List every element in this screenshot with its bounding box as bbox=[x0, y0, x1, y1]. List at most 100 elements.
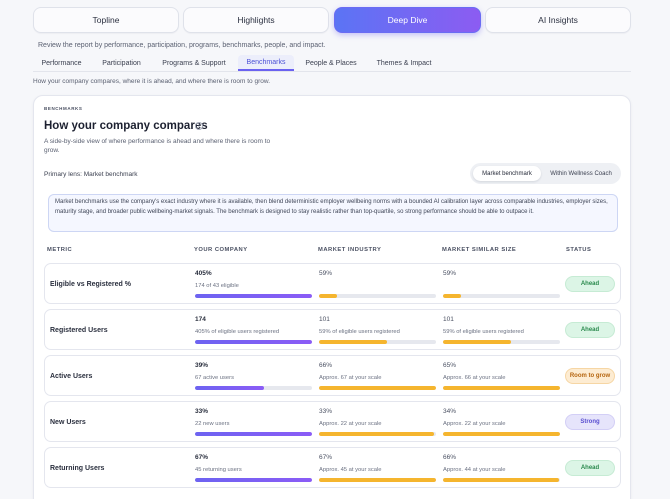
tab-highlights[interactable]: Highlights bbox=[183, 7, 329, 33]
subtab-benchmarks[interactable]: Benchmarks bbox=[238, 55, 294, 71]
card-eyebrow: BENCHMARKS bbox=[44, 106, 83, 111]
benchmark-methodology-note: Market benchmarks use the company's exac… bbox=[48, 194, 618, 232]
industry-detail: Approx. 45 at your scale bbox=[319, 467, 382, 473]
company-progress-bar bbox=[195, 386, 312, 390]
subtab-performance[interactable]: Performance bbox=[33, 55, 90, 71]
industry-value: 101 bbox=[319, 316, 330, 323]
company-progress-fill bbox=[195, 386, 265, 390]
similar-progress-bar bbox=[443, 294, 560, 298]
status-badge: Ahead bbox=[565, 460, 615, 476]
column-header-metric: METRIC bbox=[47, 247, 73, 253]
similar-progress-fill bbox=[443, 294, 461, 298]
tab-deep-dive[interactable]: Deep Dive bbox=[334, 7, 481, 33]
industry-detail: Approx. 67 at your scale bbox=[319, 375, 382, 381]
company-progress-fill bbox=[195, 294, 312, 298]
report-view-tabs: Topline Highlights Deep Dive AI Insights bbox=[33, 7, 631, 34]
industry-value: 33% bbox=[319, 408, 333, 415]
card-subtitle: A side-by-side view of where performance… bbox=[44, 138, 271, 154]
metric-name: Returning Users bbox=[50, 465, 105, 472]
similar-detail: 59% of eligible users registered bbox=[443, 329, 524, 335]
industry-progress-bar bbox=[319, 432, 436, 436]
metric-name: Registered Users bbox=[50, 327, 108, 334]
company-value: 67% bbox=[195, 454, 209, 461]
similar-progress-bar bbox=[443, 432, 560, 436]
similar-detail: Approx. 22 at your scale bbox=[443, 421, 506, 427]
company-detail: 45 returning users bbox=[195, 467, 242, 473]
company-detail: 405% of eligible users registered bbox=[195, 329, 280, 335]
company-progress-bar bbox=[195, 432, 312, 436]
company-progress-bar bbox=[195, 478, 312, 482]
tab-ai-insights[interactable]: AI Insights bbox=[485, 7, 631, 33]
status-badge: Room to grow bbox=[565, 368, 615, 384]
industry-progress-bar bbox=[319, 294, 436, 298]
subtab-participation[interactable]: Participation bbox=[93, 55, 150, 71]
status-badge: Ahead bbox=[565, 322, 615, 338]
company-detail: 22 new users bbox=[195, 421, 230, 427]
similar-progress-fill bbox=[443, 386, 560, 390]
similar-progress-fill bbox=[443, 340, 511, 344]
industry-progress-bar bbox=[319, 340, 436, 344]
benchmarks-card: BENCHMARKS How your company compares i A… bbox=[33, 95, 631, 499]
company-detail: 67 active users bbox=[195, 375, 234, 381]
status-badge: Ahead bbox=[565, 276, 615, 292]
subtab-themes-impact[interactable]: Themes & Impact bbox=[369, 55, 439, 71]
similar-progress-bar bbox=[443, 340, 560, 344]
table-row: Eligible vs Registered % 405% 174 of 43 el… bbox=[44, 263, 621, 304]
similar-progress-fill bbox=[443, 478, 559, 482]
similar-value: 66% bbox=[443, 454, 457, 461]
industry-progress-fill bbox=[319, 386, 436, 390]
company-progress-bar bbox=[195, 294, 312, 298]
primary-lens-label: Primary lens: Market benchmark bbox=[44, 171, 138, 178]
similar-detail: Approx. 44 at your scale bbox=[443, 467, 506, 473]
card-title: How your company compares bbox=[44, 120, 208, 132]
column-header-your-company: YOUR COMPANY bbox=[194, 247, 248, 253]
industry-progress-fill bbox=[319, 432, 434, 436]
similar-value: 101 bbox=[443, 316, 454, 323]
company-value: 405% bbox=[195, 270, 212, 277]
toggle-market-benchmark[interactable]: Market benchmark bbox=[473, 166, 541, 181]
column-header-market-similar-size: MARKET SIMILAR SIZE bbox=[442, 247, 517, 253]
column-header-status: STATUS bbox=[566, 247, 592, 253]
industry-value: 59% bbox=[319, 270, 333, 277]
table-row: Active Users 39% 67 active users 66% Approx.… bbox=[44, 355, 621, 396]
table-row: Registered Users 174 405% of eligible user… bbox=[44, 309, 621, 350]
industry-progress-bar bbox=[319, 386, 436, 390]
industry-value: 67% bbox=[319, 454, 333, 461]
industry-detail: 59% of eligible users registered bbox=[319, 329, 400, 335]
similar-detail: Approx. 66 at your scale bbox=[443, 375, 506, 381]
company-value: 174 bbox=[195, 316, 206, 323]
similar-value: 65% bbox=[443, 362, 457, 369]
similar-progress-bar bbox=[443, 386, 560, 390]
table-row: Returning Users 67% 45 returning users 67% A… bbox=[44, 447, 621, 488]
info-icon[interactable]: i bbox=[195, 122, 203, 130]
section-description: How your company compares, where it is a… bbox=[33, 78, 271, 85]
deep-dive-subtabs: Performance Participation Programs & Sup… bbox=[33, 55, 631, 72]
toggle-within-wellness-coach[interactable]: Within Wellness Coach bbox=[543, 166, 619, 181]
industry-progress-fill bbox=[319, 340, 387, 344]
subtab-people-places[interactable]: People & Places bbox=[299, 55, 363, 71]
company-progress-fill bbox=[195, 478, 312, 482]
industry-progress-bar bbox=[319, 478, 436, 482]
table-row: New Users 33% 22 new users 33% Approx. 22 at… bbox=[44, 401, 621, 442]
industry-progress-fill bbox=[319, 294, 337, 298]
similar-progress-fill bbox=[443, 432, 560, 436]
company-value: 39% bbox=[195, 362, 209, 369]
company-progress-fill bbox=[195, 340, 312, 344]
tab-topline[interactable]: Topline bbox=[33, 7, 179, 33]
column-header-market-industry: MARKET INDUSTRY bbox=[318, 247, 382, 253]
subtab-programs-support[interactable]: Programs & Support bbox=[155, 55, 233, 71]
company-value: 33% bbox=[195, 408, 209, 415]
similar-value: 34% bbox=[443, 408, 457, 415]
industry-detail: Approx. 22 at your scale bbox=[319, 421, 382, 427]
metric-name: New Users bbox=[50, 419, 86, 426]
company-progress-fill bbox=[195, 432, 312, 436]
metric-name: Eligible vs Registered % bbox=[50, 281, 131, 288]
industry-value: 66% bbox=[319, 362, 333, 369]
similar-progress-bar bbox=[443, 478, 560, 482]
metric-name: Active Users bbox=[50, 373, 93, 380]
status-badge: Strong bbox=[565, 414, 615, 430]
company-progress-bar bbox=[195, 340, 312, 344]
benchmark-lens-toggle: Market benchmark Within Wellness Coach bbox=[470, 163, 621, 184]
similar-value: 59% bbox=[443, 270, 457, 277]
review-instructions: Review the report by performance, partic… bbox=[38, 42, 326, 49]
